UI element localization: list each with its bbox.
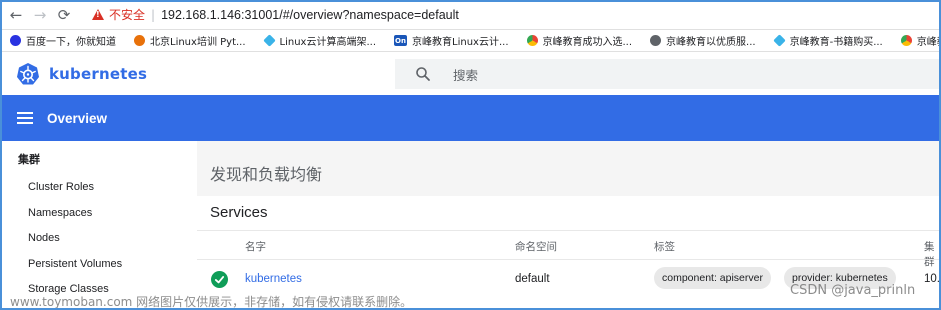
bookmarks-bar: 百度一下，你就知道 北京Linux培训 Pyt... Linux云计算高端架..… (0, 30, 941, 52)
page-title: Overview (47, 110, 108, 126)
warning-icon (92, 9, 104, 20)
column-header-namespace[interactable]: 命名空间 (515, 239, 557, 254)
sidebar-item-persistent-volumes[interactable]: Persistent Volumes (28, 258, 122, 270)
search-icon (416, 67, 430, 81)
bookmark-label: 北京Linux培训 Pyt... (150, 37, 246, 48)
bookmark-label: 京峰教育成功 (916, 37, 941, 48)
bookmark-label: 京峰教育Linux云计... (412, 37, 509, 48)
success-check-icon (211, 271, 228, 288)
bookmark-item[interactable]: 北京Linux培训 Pyt... (134, 33, 246, 48)
bookmark-label: 百度一下，你就知道 (26, 37, 116, 48)
kubernetes-logo-icon[interactable] (16, 62, 40, 86)
divider (197, 230, 941, 231)
address-bar: ← → ⟳ 不安全 | 192.168.1.146:31001/#/overvi… (0, 0, 941, 30)
sidebar-item-cluster-roles[interactable]: Cluster Roles (28, 181, 94, 193)
security-label: 不安全 (109, 8, 146, 22)
hamburger-menu-icon[interactable] (17, 112, 33, 124)
brand-name[interactable]: kubernetes (49, 65, 147, 83)
section-title-discovery: 发现和负载均衡 (210, 165, 323, 184)
sidebar-item-nodes[interactable]: Nodes (28, 232, 60, 244)
sidebar-heading-cluster[interactable]: 集群 (18, 151, 40, 167)
bookmark-label: 京峰教育成功入选... (542, 37, 633, 48)
search-box[interactable]: 搜索 (395, 59, 941, 89)
bookmark-item[interactable]: On 京峰教育Linux云计... (394, 33, 509, 48)
service-cluster-ip: 10. (924, 273, 940, 285)
security-indicator[interactable]: 不安全 (92, 6, 145, 23)
diamond-icon (262, 34, 276, 47)
sidebar-item-namespaces[interactable]: Namespaces (28, 207, 92, 219)
bookmark-item[interactable]: 百度一下，你就知道 (10, 33, 116, 48)
baidu-paw-icon (10, 35, 21, 46)
watermark-left: www.toymoban.com 网络图片仅供展示，非存储，如有侵权请联系删除。 (10, 295, 413, 309)
site-logo-icon (134, 35, 145, 46)
address-separator: | (151, 7, 156, 22)
label-chip: component: apiserver (654, 267, 771, 289)
column-header-labels: 标签 (654, 241, 675, 253)
bookmark-item[interactable]: 京峰教育成功入选... (526, 33, 633, 48)
chrome-icon (526, 35, 538, 46)
back-arrow-icon[interactable]: ← (4, 3, 28, 27)
service-namespace: default (515, 273, 550, 285)
divider (197, 259, 941, 260)
bookmark-label: Linux云计算高端架... (279, 37, 377, 48)
bookmark-item[interactable]: 京峰教育以优质服... (650, 33, 756, 48)
bookmark-item[interactable]: Linux云计算高端架... (262, 33, 377, 48)
service-name-link[interactable]: kubernetes (245, 273, 302, 285)
chrome-icon (900, 35, 912, 46)
globe-icon (650, 35, 662, 46)
page-toolbar: Overview (0, 95, 941, 141)
bookmark-item[interactable]: 京峰教育-书籍购买... (772, 33, 883, 48)
bookmark-item[interactable]: 京峰教育成功 (900, 33, 941, 48)
forward-arrow-icon[interactable]: → (28, 3, 52, 27)
on-logo-icon: On (394, 35, 408, 46)
sidebar: 集群 Cluster Roles Namespaces Nodes Persis… (0, 141, 197, 310)
card-title-services: Services (210, 204, 268, 221)
reload-icon[interactable]: ⟳ (52, 3, 76, 27)
watermark-right: CSDN @java_prinln (790, 283, 916, 298)
search-input[interactable]: 搜索 (453, 65, 478, 84)
url-field[interactable]: 192.168.1.146:31001/#/overview?namespace… (161, 8, 459, 22)
column-header-name[interactable]: 名字 (245, 239, 266, 254)
column-header-cluster-ip: 集群 (924, 241, 935, 268)
diamond-icon (772, 34, 786, 47)
bookmark-label: 京峰教育以优质服... (666, 37, 756, 48)
bookmark-label: 京峰教育-书籍购买... (789, 37, 883, 48)
app-header: kubernetes 搜索 (0, 53, 941, 95)
